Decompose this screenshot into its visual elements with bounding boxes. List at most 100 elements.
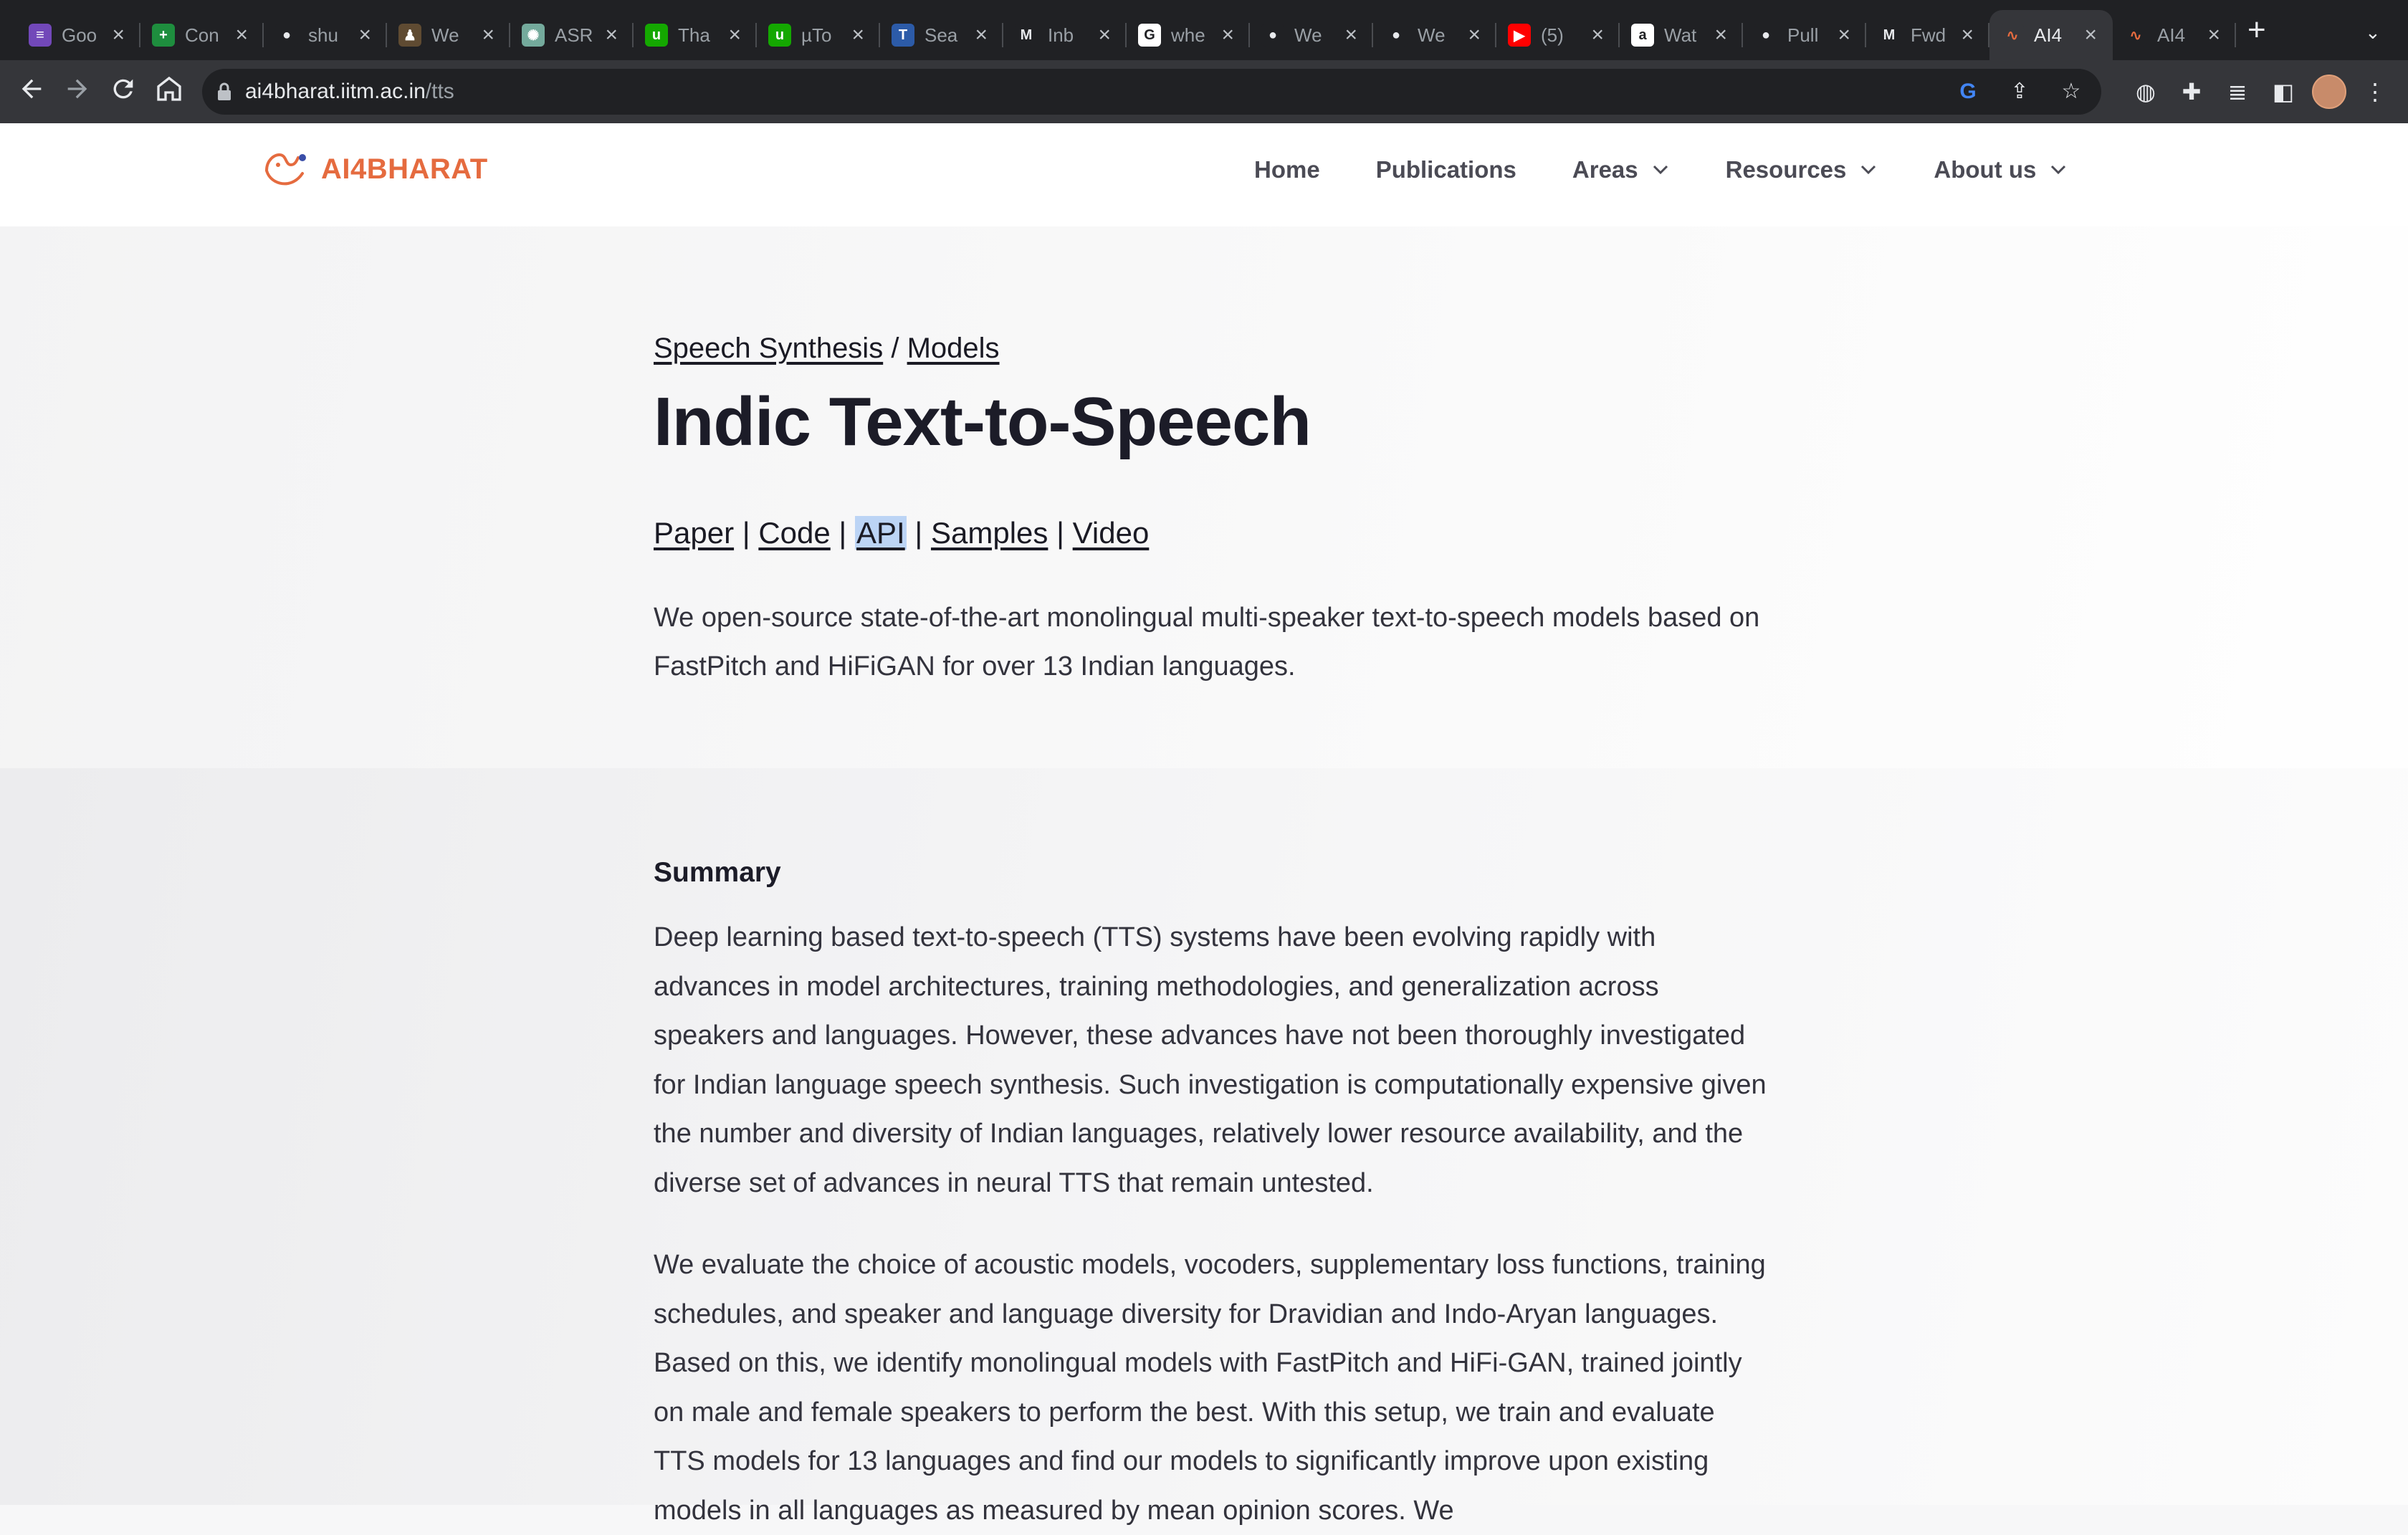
tab-search-icon[interactable]: ⌄ bbox=[2365, 21, 2381, 44]
site-logo[interactable]: AI4BHARAT bbox=[262, 149, 488, 189]
web-page: AI4BHARAT Home Publications Areas Resour… bbox=[0, 123, 2408, 1526]
close-icon[interactable]: × bbox=[358, 23, 371, 47]
breadcrumb-speech-synthesis[interactable]: Speech Synthesis bbox=[654, 333, 883, 364]
side-panel-icon[interactable]: ◧ bbox=[2266, 75, 2300, 109]
browser-tab[interactable]: ● We × bbox=[1373, 10, 1496, 60]
close-icon[interactable]: × bbox=[112, 23, 125, 47]
browser-tab[interactable]: ● We × bbox=[1250, 10, 1373, 60]
app-icon: ♟ bbox=[398, 24, 421, 47]
tab-title: Pull bbox=[1787, 24, 1819, 46]
browser-tab[interactable]: ● shu × bbox=[264, 10, 387, 60]
close-icon[interactable]: × bbox=[1221, 23, 1234, 47]
browser-tab[interactable]: a Wat × bbox=[1620, 10, 1743, 60]
profile-avatar[interactable] bbox=[2312, 75, 2346, 109]
close-icon[interactable]: × bbox=[1468, 23, 1481, 47]
close-icon[interactable]: × bbox=[1344, 23, 1357, 47]
browser-tab[interactable]: M Inb × bbox=[1003, 10, 1127, 60]
address-bar[interactable]: ai4bharat.iitm.ac.in/tts G ⇪ ☆ bbox=[202, 69, 2101, 115]
close-icon[interactable]: × bbox=[975, 23, 988, 47]
media-control-icon[interactable]: ≣ bbox=[2220, 75, 2255, 109]
tab-title: We bbox=[1418, 24, 1446, 46]
gmail-icon: M bbox=[1015, 24, 1038, 47]
extension-icon[interactable]: ◍ bbox=[2128, 75, 2163, 109]
share-icon[interactable]: ⇪ bbox=[2004, 76, 2035, 107]
nav-about-label: About us bbox=[1934, 156, 2037, 183]
openai-icon: ✺ bbox=[522, 24, 545, 47]
link-separator: | bbox=[914, 516, 923, 550]
close-icon[interactable]: × bbox=[1714, 23, 1727, 47]
browser-tab[interactable]: ● Pull × bbox=[1743, 10, 1866, 60]
tab-title: Goo bbox=[62, 24, 97, 46]
breadcrumb: Speech Synthesis / Models bbox=[654, 333, 1772, 365]
api-link[interactable]: API bbox=[855, 516, 907, 550]
close-icon[interactable]: × bbox=[1961, 23, 1974, 47]
nav-publications[interactable]: Publications bbox=[1376, 156, 1516, 183]
back-icon[interactable] bbox=[14, 75, 49, 109]
browser-tab[interactable]: u µTo × bbox=[757, 10, 880, 60]
paper-link[interactable]: Paper bbox=[654, 516, 734, 550]
amazon-icon: a bbox=[1631, 24, 1654, 47]
nav-home[interactable]: Home bbox=[1254, 156, 1320, 183]
chevron-down-icon bbox=[1651, 164, 1670, 176]
close-icon[interactable]: × bbox=[1098, 23, 1111, 47]
close-icon[interactable]: × bbox=[235, 23, 248, 47]
tab-title: (5) bbox=[1541, 24, 1564, 46]
browser-tab[interactable]: ≡ Goo × bbox=[17, 10, 140, 60]
video-link[interactable]: Video bbox=[1073, 516, 1150, 550]
close-icon[interactable]: × bbox=[1838, 23, 1850, 47]
browser-tab[interactable]: ∿ AI4 × bbox=[1989, 10, 2113, 60]
close-icon[interactable]: × bbox=[2084, 23, 2097, 47]
nav-resources[interactable]: Resources bbox=[1726, 156, 1878, 183]
code-link[interactable]: Code bbox=[758, 516, 830, 550]
tab-divider bbox=[2235, 23, 2236, 47]
nav-resources-label: Resources bbox=[1725, 156, 1847, 183]
reload-icon[interactable] bbox=[106, 75, 140, 109]
lock-icon[interactable] bbox=[216, 82, 232, 101]
breadcrumb-models[interactable]: Models bbox=[907, 333, 1000, 364]
puzzle-icon[interactable]: ✚ bbox=[2174, 75, 2209, 109]
resource-links: Paper | Code | API | Samples | Video bbox=[654, 516, 1772, 550]
browser-tab[interactable]: T Sea × bbox=[880, 10, 1003, 60]
browser-tab[interactable]: Gwhe × bbox=[1127, 10, 1250, 60]
page-title: Indic Text-to-Speech bbox=[654, 383, 1312, 460]
nav-about[interactable]: About us bbox=[1934, 156, 2068, 183]
extensions-area: ◍ ✚ ≣ ◧ ⋮ bbox=[2128, 75, 2392, 109]
tab-list: ≡ Goo × + Con × ● shu × ♟ We × ✺ ASR × u Tha × u µTo × T Sea × M… bbox=[17, 10, 2236, 60]
browser-tab[interactable]: ♟ We × bbox=[387, 10, 510, 60]
gmail-icon: M bbox=[1878, 24, 1901, 47]
tensorflow-icon: T bbox=[892, 24, 914, 47]
tab-title: Sea bbox=[924, 24, 958, 46]
close-icon[interactable]: × bbox=[728, 23, 741, 47]
browser-tab[interactable]: + Con × bbox=[140, 10, 264, 60]
nav-areas[interactable]: Areas bbox=[1572, 156, 1670, 183]
forward-icon[interactable] bbox=[60, 75, 95, 109]
main-nav: Home Publications Areas Resources About … bbox=[1254, 156, 2123, 183]
browser-tab[interactable]: u Tha × bbox=[634, 10, 757, 60]
ai4bharat-icon: ∿ bbox=[2001, 24, 2024, 47]
close-icon[interactable]: × bbox=[1591, 23, 1604, 47]
github-icon: ● bbox=[275, 24, 298, 47]
tab-title: whe bbox=[1171, 24, 1205, 46]
new-tab-button[interactable]: + bbox=[2247, 14, 2266, 46]
browser-tab[interactable]: ▶ (5) × bbox=[1496, 10, 1620, 60]
browser-tab[interactable]: ∿ AI4 × bbox=[2113, 10, 2236, 60]
tab-title: Tha bbox=[678, 24, 710, 46]
google-lens-icon[interactable]: G bbox=[1952, 76, 1984, 107]
tab-title: Con bbox=[185, 24, 219, 46]
github-icon: ● bbox=[1385, 24, 1408, 47]
close-icon[interactable]: × bbox=[482, 23, 494, 47]
menu-kebab-icon[interactable]: ⋮ bbox=[2358, 75, 2392, 109]
tab-title: Inb bbox=[1048, 24, 1074, 46]
browser-tab[interactable]: M Fwd × bbox=[1866, 10, 1989, 60]
browser-tab[interactable]: ✺ ASR × bbox=[510, 10, 634, 60]
ai4bharat-icon: ∿ bbox=[2124, 24, 2147, 47]
home-icon[interactable] bbox=[152, 75, 186, 109]
upwork-icon: u bbox=[768, 24, 791, 47]
bookmark-star-icon[interactable]: ☆ bbox=[2055, 76, 2087, 107]
tab-title: Wat bbox=[1664, 24, 1697, 46]
close-icon[interactable]: × bbox=[851, 23, 864, 47]
close-icon[interactable]: × bbox=[2207, 23, 2220, 47]
forms-icon: ≡ bbox=[29, 24, 52, 47]
samples-link[interactable]: Samples bbox=[931, 516, 1048, 550]
close-icon[interactable]: × bbox=[605, 23, 618, 47]
